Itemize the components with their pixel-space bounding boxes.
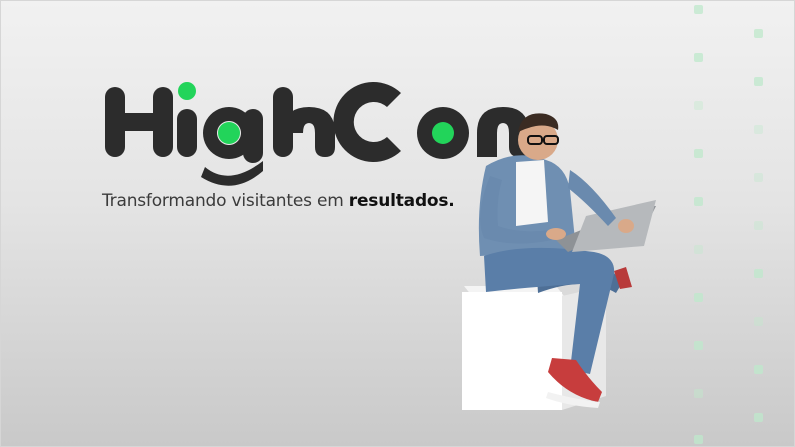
logo-letter-g: [201, 107, 263, 186]
tagline-lead: Transformando visitantes em: [102, 191, 349, 211]
hero-image-man-with-laptop: [462, 113, 656, 410]
logo-letter-h2: [273, 87, 335, 157]
tagline-bold: resultados.: [348, 191, 455, 211]
logo-letter-h: [105, 87, 173, 157]
logo-accent-dot-i: [178, 82, 196, 100]
logo-accent-dot-g: [218, 122, 240, 144]
logo-letter-i: [177, 109, 197, 157]
logo-letter-c: [333, 82, 401, 162]
tagline: Transformando visitantes em resultados.: [102, 191, 455, 211]
dot-pattern-decoration: [694, 5, 763, 444]
hero-banner: Transformando visitantes em resultados.: [0, 0, 795, 447]
logo-accent-dot-o: [432, 122, 454, 144]
